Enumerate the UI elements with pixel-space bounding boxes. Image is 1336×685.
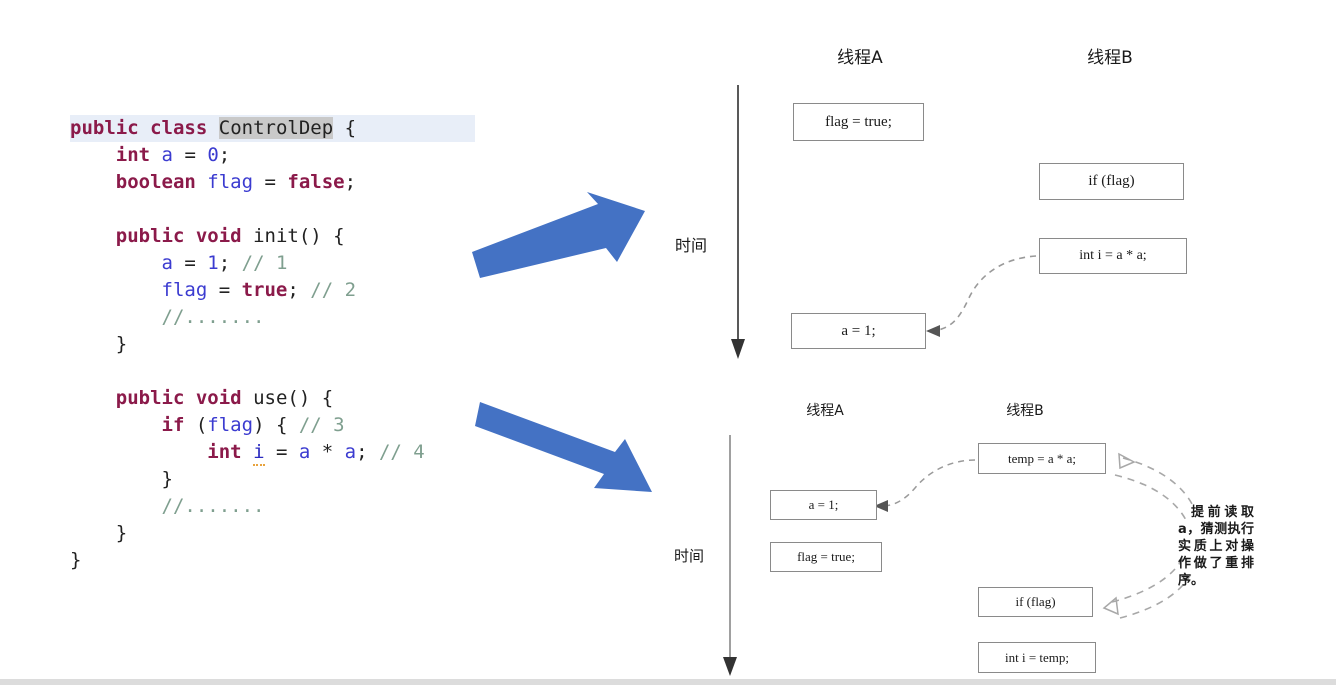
var-a-2: a — [161, 252, 173, 274]
callout-dashed-upper-2 — [1114, 474, 1188, 523]
literal-true: true — [241, 279, 288, 301]
comment-1: // 1 — [241, 252, 288, 274]
literal-one: 1 — [207, 252, 219, 274]
comment-4: // 4 — [378, 441, 425, 463]
time-axis-arrowhead-bottom — [723, 657, 737, 676]
diagram-with-reorder: 线程A 线程B 时间 temp = a * a; a = 1; flag = t… — [660, 380, 1336, 680]
keyword-boolean: boolean — [115, 171, 196, 193]
keyword-if: if — [161, 414, 185, 436]
var-a: a — [161, 144, 173, 166]
method-init: init — [253, 225, 299, 247]
code-line-2: int a = 0; — [115, 144, 231, 166]
var-flag-3: flag — [207, 414, 254, 436]
class-name-token[interactable]: ControlDep — [218, 117, 334, 139]
op-box-int-i-top: int i = a * a; — [1039, 238, 1187, 274]
comment-dots-2: //....... — [161, 495, 265, 517]
code-line-8: //....... — [70, 304, 590, 331]
callout-arrowhead-upper — [1118, 452, 1136, 470]
bottom-edge-strip — [0, 679, 1336, 685]
comment-3: // 3 — [298, 414, 345, 436]
comment-2: // 2 — [310, 279, 357, 301]
top-diagram-vectors — [731, 85, 1037, 359]
keyword-public-2: public — [115, 225, 185, 247]
keyword-void: void — [195, 225, 242, 247]
time-axis-arrowhead-top — [731, 339, 745, 359]
op-box-a-one-bottom: a = 1; — [770, 490, 877, 520]
op-box-flag-true-top: flag = true; — [793, 103, 924, 141]
method-use: use — [253, 387, 288, 409]
callout-dashed-lower — [1111, 555, 1185, 603]
var-flag-2: flag — [161, 279, 208, 301]
diagram-no-reorder: 线程A 线程B 时间 flag = true; if (flag) int i … — [660, 25, 1336, 370]
comment-dots-1: //....... — [161, 306, 265, 328]
reorder-dashed-curve-bottom — [881, 459, 976, 507]
code-line-17: } — [70, 549, 82, 571]
blue-arrow-up-icon — [470, 190, 660, 285]
op-box-temp-bottom: temp = a * a; — [978, 443, 1106, 474]
reorder-dashed-curve-top — [933, 255, 1037, 332]
keyword-void-2: void — [195, 387, 242, 409]
var-a-4: a — [344, 441, 357, 463]
code-line-1: public class ControlDep { — [70, 115, 475, 142]
keyword-public: public — [70, 117, 139, 139]
blue-arrow-down-icon — [475, 400, 665, 505]
code-line-10-blank — [70, 358, 590, 385]
op-box-if-flag-top: if (flag) — [1039, 163, 1184, 200]
code-line-16: } — [70, 522, 128, 544]
var-i-warning: i — [253, 441, 265, 466]
op-box-if-flag-bottom: if (flag) — [978, 587, 1093, 617]
op-box-a-one-top: a = 1; — [791, 313, 926, 349]
reorder-explanation-note: 提前读取 a，猜测执行实质上对操作做了重排序。 — [1178, 505, 1254, 588]
slide-canvas: public class ControlDep { int a = 0; boo… — [0, 0, 1336, 685]
code-editor-panel: public class ControlDep { int a = 0; boo… — [70, 115, 590, 574]
keyword-public-3: public — [115, 387, 185, 409]
keyword-class: class — [150, 117, 208, 139]
var-a-3: a — [298, 441, 311, 463]
reorder-arrowhead-top — [926, 325, 940, 337]
callout-arrowhead-lower — [1102, 596, 1119, 616]
callout-dashed-upper — [1122, 457, 1195, 509]
code-line-9: } — [70, 333, 128, 355]
literal-false: false — [287, 171, 345, 193]
var-flag: flag — [207, 171, 254, 193]
keyword-int-2: int — [207, 441, 242, 463]
literal-zero: 0 — [207, 144, 219, 166]
op-box-flag-true-bottom: flag = true; — [770, 542, 882, 572]
keyword-int: int — [115, 144, 151, 166]
op-box-int-i-temp-bottom: int i = temp; — [978, 642, 1096, 673]
